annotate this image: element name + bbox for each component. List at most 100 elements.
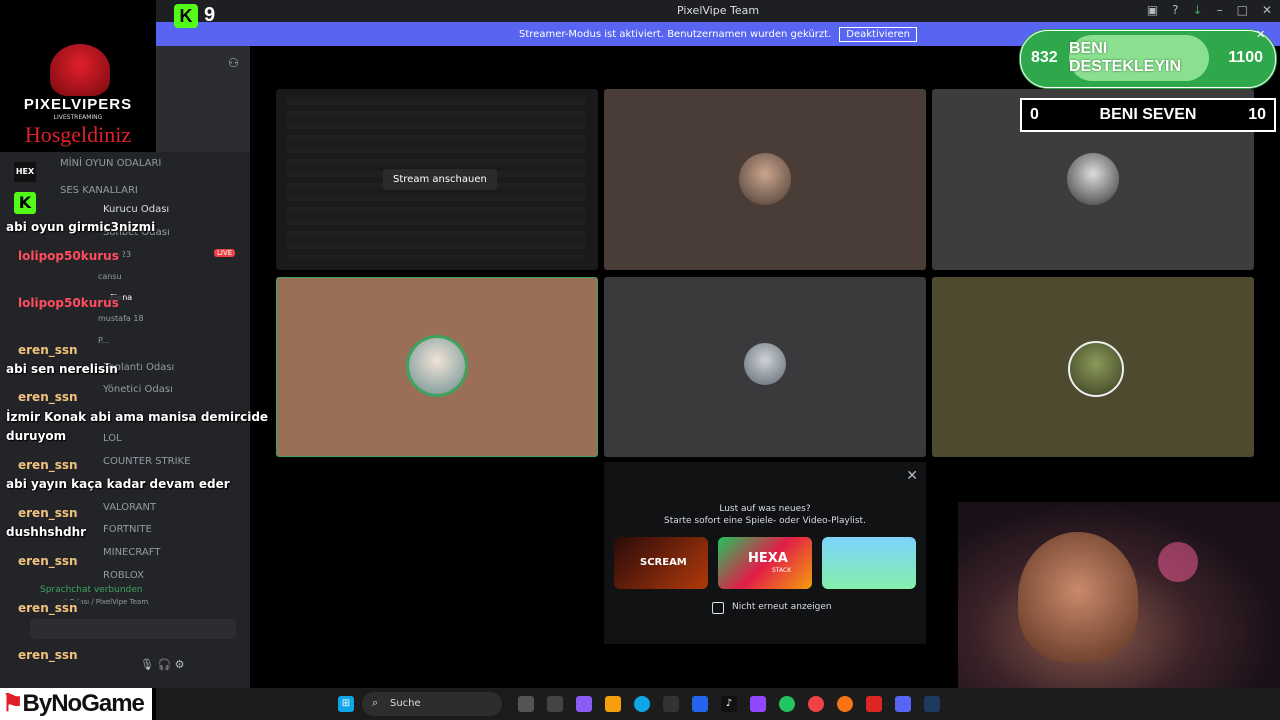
window-title: PixelVipe Team [676,4,760,17]
webcam-feed [958,502,1280,688]
dont-show-checkbox[interactable] [712,602,724,614]
watch-stream-button[interactable]: Stream anschauen [383,169,497,190]
chrome-icon[interactable] [808,696,824,712]
discord-icon[interactable] [895,696,911,712]
channel-roblox[interactable]: ROBLOX [103,570,144,581]
chat-username: eren_ssn [14,505,82,521]
greeting: Hosgeldiniz [24,122,132,147]
add-friend-icon[interactable]: ⚇ [228,56,239,70]
voice-user[interactable]: P... [98,336,109,345]
live-badge: LIVE [214,249,236,257]
file-explorer-icon[interactable] [605,696,621,712]
streamer-face [1018,532,1138,662]
chat-username: eren_ssn [14,342,82,358]
banner-text: Streamer-Modus ist aktiviert. Benutzerna… [519,28,832,40]
chat-message: abi oyun girmic3nizmi [6,220,156,234]
chat-username: eren_ssn [14,457,82,473]
kick-icon[interactable]: K [14,192,36,214]
hex-app-icon[interactable]: HEX [14,162,36,182]
loving-target: 10 [1248,106,1266,123]
bynogame-logo: ⚑ByNoGame [0,688,152,720]
viper-logo-icon [50,44,110,96]
channel-fortnite[interactable]: FORTNITE [103,524,152,535]
search-box[interactable]: ⌕ Suche [362,692,502,716]
dont-show-label: Nicht erneut anzeigen [732,602,832,612]
participant-tile-speaking[interactable] [276,277,598,457]
channel-valorant[interactable]: VALORANT [103,502,156,513]
channel-kurucu[interactable]: Kurucu Odası [103,204,169,215]
game-card-3[interactable] [822,537,916,589]
loving-current: 0 [1030,106,1039,123]
help-icon[interactable]: ? [1172,3,1178,17]
channel-cs[interactable]: COUNTER STRIKE [103,456,190,467]
support-current: 832 [1031,49,1058,66]
activity-subtitle: Starte sofort eine Spiele- oder Video-Pl… [664,516,866,526]
logo-panel: PIXELVIPERS LIVESTREAMING Hosgeldiniz [0,0,156,152]
channel-lol[interactable]: LOL [103,433,122,444]
user-controls: 🎙 🎧 ⚙ [140,658,185,671]
support-target: 1100 [1228,49,1263,66]
voice-controls [30,619,236,639]
title-bar: PixelVipe Team ▣ ? ↓ – □ ✕ [156,0,1280,22]
voice-status: Sprachchat verbunden [40,585,143,595]
logo-subtitle: LIVESTREAMING [53,114,103,121]
inbox-icon[interactable]: ▣ [1147,3,1158,17]
category-mini-games[interactable]: MİNİ OYUN ODALARI [60,158,161,169]
light-glow [1158,542,1198,582]
close-icon[interactable]: ✕ [906,468,918,484]
game-card-hexa[interactable]: HEXA STACK [718,537,812,589]
steam-icon[interactable] [924,696,940,712]
maximize-icon[interactable]: □ [1237,3,1248,17]
browser-icon[interactable] [837,696,853,712]
support-goal-widget: 832 BENI DESTEKLEYIN 1100 [1020,30,1276,88]
participant-tile[interactable] [604,277,926,457]
minimize-icon[interactable]: – [1217,3,1223,17]
download-icon[interactable]: ↓ [1193,3,1203,17]
participant-tile[interactable] [932,277,1254,457]
search-label: Suche [390,698,421,709]
whatsapp-icon[interactable] [779,696,795,712]
copilot-icon[interactable] [547,696,563,712]
voice-user[interactable]: mustafa 18 [98,314,144,323]
avatar [409,338,465,394]
loving-label: BENI SEVEN [1099,106,1197,123]
avatar [1067,153,1119,205]
chat-message: İzmir Konak abi ama manisa demircide [6,410,269,424]
taskbar: ⊞ ⌕ Suche ♪ [156,688,1280,720]
activity-panel: ✕ Lust auf was neues? Starte sofort eine… [604,462,926,644]
chat-message: abi sen nerelisin [6,362,118,376]
kick-logo-icon: K [174,4,198,28]
close-icon[interactable]: ✕ [1262,3,1272,17]
chat-username: eren_ssn [14,553,82,569]
support-label: BENI DESTEKLEYIN [1069,35,1209,81]
close-icon[interactable]: ✕ [1256,28,1265,41]
game-card-scream[interactable]: SCREAM [614,537,708,589]
channel-minecraft[interactable]: MINECRAFT [103,547,160,558]
chat-username: lolipop50kurus [14,295,123,311]
category-voice-channels[interactable]: SES KANALLARI [60,185,138,196]
chat-username: lolipop50kurus [14,248,123,264]
channel-yonetici[interactable]: Yönetici Odası [103,384,173,395]
outlook-icon[interactable] [692,696,708,712]
store-icon[interactable] [663,696,679,712]
app-icon[interactable] [576,696,592,712]
twitch-icon[interactable] [750,696,766,712]
activity-title: Lust auf was neues? [719,504,811,514]
tiktok-icon[interactable]: ♪ [721,696,737,712]
kick-count: 9 [204,4,216,26]
participant-tile[interactable] [604,89,926,270]
chat-username: eren_ssn [14,647,82,663]
chat-username: eren_ssn [14,389,82,405]
windows-start-icon[interactable]: ⊞ [338,696,354,712]
deactivate-button[interactable]: Deaktivieren [839,26,917,42]
edge-icon[interactable] [634,696,650,712]
loving-goal-widget: 0 BENI SEVEN 10 [1020,98,1276,132]
avatar [744,343,786,385]
app-icon[interactable] [866,696,882,712]
screen-share-tile[interactable]: Stream anschauen [276,89,598,270]
task-view-icon[interactable] [518,696,534,712]
chat-message: dushhshdhr [6,525,87,539]
avatar [739,153,791,205]
chat-username: eren_ssn [14,600,82,616]
voice-user[interactable]: cansu [98,272,122,281]
